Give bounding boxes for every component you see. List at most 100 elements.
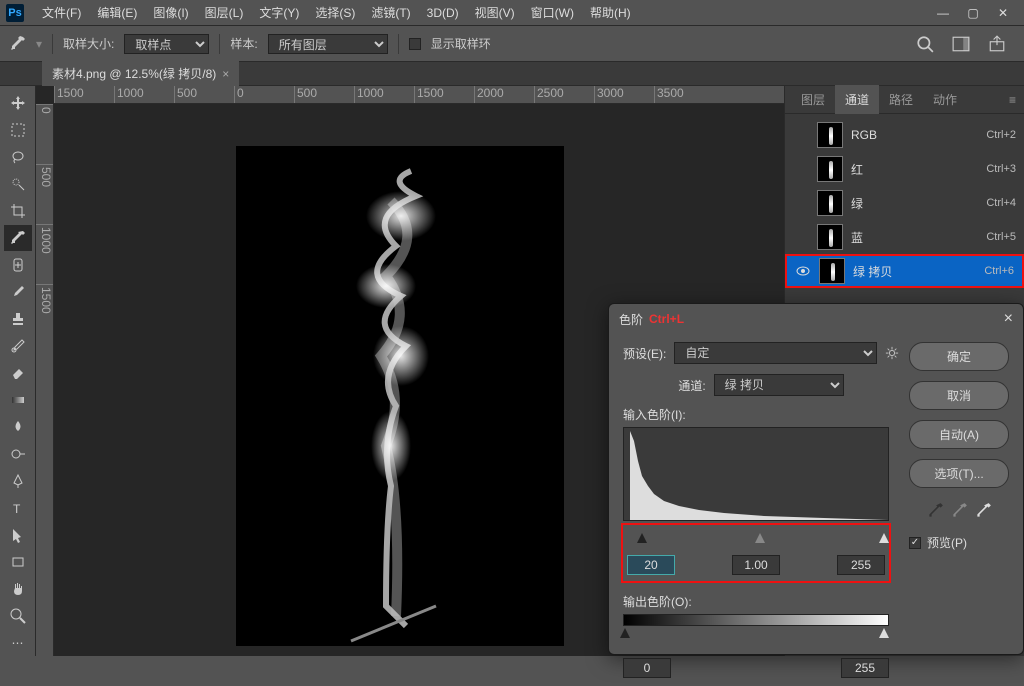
output-white-field[interactable] <box>841 658 889 678</box>
menu-file[interactable]: 文件(F) <box>34 0 89 25</box>
channel-shortcut: Ctrl+6 <box>984 265 1014 277</box>
type-tool[interactable]: T <box>4 495 32 521</box>
menu-type[interactable]: 文字(Y) <box>251 0 307 25</box>
minimize-icon[interactable]: — <box>934 4 952 22</box>
tab-layers[interactable]: 图层 <box>791 85 835 114</box>
channel-row-green-copy[interactable]: 绿 拷贝 Ctrl+6 <box>785 254 1024 288</box>
eyedropper-black-icon[interactable] <box>926 502 944 520</box>
sample-source-label: 样本: <box>230 35 257 52</box>
brush-tool[interactable] <box>4 279 32 305</box>
menu-layer[interactable]: 图层(L) <box>197 0 252 25</box>
channel-row-rgb[interactable]: RGB Ctrl+2 <box>785 118 1024 152</box>
hand-tool[interactable] <box>4 576 32 602</box>
auto-button[interactable]: 自动(A) <box>909 420 1009 449</box>
input-black-field[interactable] <box>627 555 675 575</box>
tab-channels[interactable]: 通道 <box>835 85 879 114</box>
tool-palette: T ⋯ <box>0 86 36 656</box>
channel-name: RGB <box>851 128 978 142</box>
visibility-toggle[interactable] <box>793 127 809 143</box>
maximize-icon[interactable]: ▢ <box>964 4 982 22</box>
preset-select[interactable]: 自定 <box>674 342 877 364</box>
output-gradient[interactable] <box>623 614 889 626</box>
input-white-field[interactable] <box>837 555 885 575</box>
out-black-slider[interactable] <box>620 628 630 638</box>
input-gamma-field[interactable] <box>732 555 780 575</box>
dialog-titlebar[interactable]: 色阶 Ctrl+L × <box>609 304 1023 334</box>
history-brush-tool[interactable] <box>4 333 32 359</box>
channel-select[interactable]: 绿 拷贝 <box>714 374 844 396</box>
input-levels-row <box>621 523 891 583</box>
channel-shortcut: Ctrl+2 <box>986 129 1016 141</box>
rectangle-tool[interactable] <box>4 549 32 575</box>
menu-view[interactable]: 视图(V) <box>467 0 523 25</box>
share-icon[interactable] <box>988 35 1006 53</box>
path-select-tool[interactable] <box>4 522 32 548</box>
levels-dialog[interactable]: 色阶 Ctrl+L × 预设(E): 自定 通道: 绿 拷贝 输入色阶(I): <box>608 303 1024 655</box>
pen-tool[interactable] <box>4 468 32 494</box>
output-levels-label: 输出色阶(O): <box>623 593 899 610</box>
show-ring-checkbox[interactable] <box>409 38 421 50</box>
channel-label: 通道: <box>678 377 705 394</box>
visibility-toggle[interactable] <box>793 195 809 211</box>
eyedropper-tool[interactable] <box>4 225 32 251</box>
close-icon[interactable]: ✕ <box>994 4 1012 22</box>
menu-filter[interactable]: 滤镜(T) <box>363 0 418 25</box>
panel-menu-icon[interactable]: ≡ <box>1001 89 1024 111</box>
sample-size-select[interactable]: 取样点 <box>124 34 209 54</box>
input-sliders[interactable] <box>627 533 893 551</box>
eraser-tool[interactable] <box>4 360 32 386</box>
document-canvas[interactable] <box>236 146 564 646</box>
marquee-tool[interactable] <box>4 117 32 143</box>
zoom-tool[interactable] <box>4 603 32 629</box>
menu-window[interactable]: 窗口(W) <box>523 0 582 25</box>
input-levels-label: 输入色阶(I): <box>623 406 899 423</box>
visibility-toggle[interactable] <box>793 229 809 245</box>
menu-edit[interactable]: 编辑(E) <box>89 0 145 25</box>
blur-tool[interactable] <box>4 414 32 440</box>
crop-tool[interactable] <box>4 198 32 224</box>
ok-button[interactable]: 确定 <box>909 342 1009 371</box>
dialog-close-icon[interactable]: × <box>1004 310 1013 328</box>
heal-tool[interactable] <box>4 252 32 278</box>
menu-help[interactable]: 帮助(H) <box>582 0 639 25</box>
midpoint-slider[interactable] <box>755 533 765 543</box>
eyedropper-white-icon[interactable] <box>974 502 992 520</box>
options-button[interactable]: 选项(T)... <box>909 459 1009 488</box>
channel-row-blue[interactable]: 蓝 Ctrl+5 <box>785 220 1024 254</box>
cancel-button[interactable]: 取消 <box>909 381 1009 410</box>
search-icon[interactable] <box>916 35 934 53</box>
channel-list: RGB Ctrl+2 红 Ctrl+3 绿 Ctrl+4 蓝 Ctrl+5 <box>785 114 1024 292</box>
out-white-slider[interactable] <box>879 628 889 638</box>
channel-row-red[interactable]: 红 Ctrl+3 <box>785 152 1024 186</box>
dodge-tool[interactable] <box>4 441 32 467</box>
tab-paths[interactable]: 路径 <box>879 85 923 114</box>
tab-close-icon[interactable]: × <box>222 67 229 81</box>
tab-actions[interactable]: 动作 <box>923 85 967 114</box>
document-tab[interactable]: 素材4.png @ 12.5%(绿 拷贝/8) × <box>42 61 239 86</box>
histogram[interactable] <box>623 427 889 521</box>
visibility-toggle[interactable] <box>793 161 809 177</box>
menu-3d[interactable]: 3D(D) <box>419 2 467 24</box>
menu-image[interactable]: 图像(I) <box>145 0 196 25</box>
sample-source-select[interactable]: 所有图层 <box>268 34 388 54</box>
white-point-slider[interactable] <box>879 533 889 543</box>
quick-select-tool[interactable] <box>4 171 32 197</box>
preview-checkbox[interactable] <box>909 537 921 549</box>
gear-icon[interactable] <box>885 346 899 360</box>
eyedropper-gray-icon[interactable] <box>950 502 968 520</box>
gradient-tool[interactable] <box>4 387 32 413</box>
menu-select[interactable]: 选择(S) <box>307 0 363 25</box>
output-sliders[interactable] <box>623 628 889 646</box>
workspace-icon[interactable] <box>952 35 970 53</box>
black-point-slider[interactable] <box>637 533 647 543</box>
toolbar-more[interactable]: ⋯ <box>4 630 32 656</box>
channel-row-green[interactable]: 绿 Ctrl+4 <box>785 186 1024 220</box>
lasso-tool[interactable] <box>4 144 32 170</box>
visibility-toggle[interactable] <box>795 263 811 279</box>
output-black-field[interactable] <box>623 658 671 678</box>
panel-tabs: 图层 通道 路径 动作 ≡ <box>785 86 1024 114</box>
show-ring-label: 显示取样环 <box>431 35 491 52</box>
stamp-tool[interactable] <box>4 306 32 332</box>
preview-label: 预览(P) <box>927 534 967 551</box>
move-tool[interactable] <box>4 90 32 116</box>
